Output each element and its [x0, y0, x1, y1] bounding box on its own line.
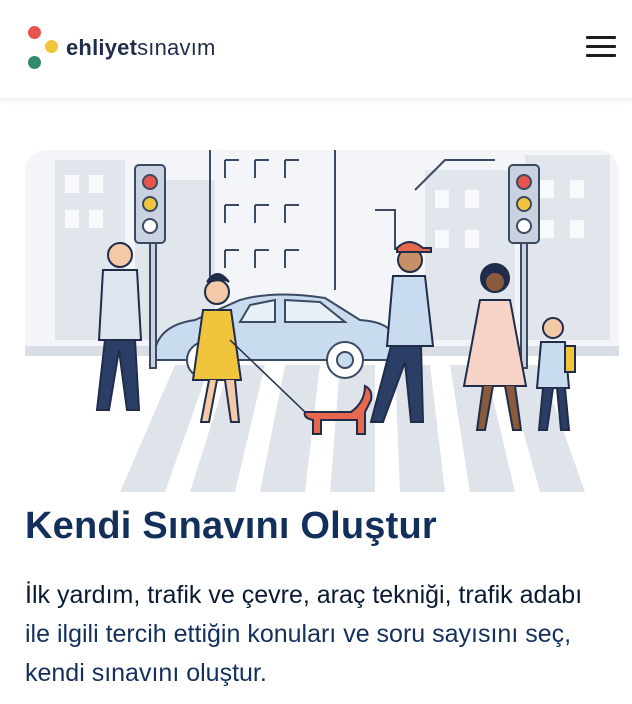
- description-line-3: kendi sınavını oluştur.: [25, 659, 267, 687]
- hamburger-menu-button[interactable]: [586, 36, 616, 60]
- hero-illustration: [25, 150, 619, 492]
- brand-name-bold: ehliyet: [66, 35, 138, 60]
- brand-name: ehliyetsınavım: [66, 37, 216, 59]
- logo-dot-green: [28, 56, 41, 69]
- brand-logo[interactable]: ehliyetsınavım: [26, 26, 216, 70]
- brand-name-light: sınavım: [137, 35, 216, 60]
- logo-dot-red: [28, 26, 41, 39]
- site-header: ehliyetsınavım: [0, 0, 632, 99]
- page-title: Kendi Sınavını Oluştur: [25, 505, 437, 547]
- crosswalk-illustration: [25, 150, 619, 492]
- logo-dots-icon: [26, 26, 62, 70]
- description-line-2: ile ilgili tercih ettiğin konuları ve so…: [25, 620, 572, 648]
- logo-dot-yellow: [45, 40, 58, 53]
- hamburger-icon: [586, 36, 616, 57]
- description-line-1: İlk yardım, trafik ve çevre, araç tekniğ…: [25, 581, 583, 609]
- page-description: İlk yardım, trafik ve çevre, araç tekniğ…: [25, 576, 625, 693]
